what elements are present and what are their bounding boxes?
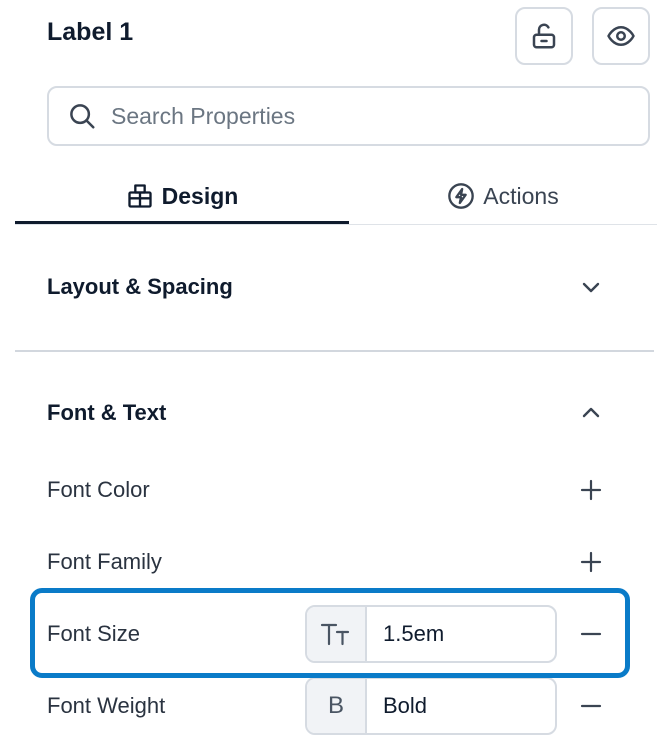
eye-icon bbox=[607, 26, 635, 46]
chevron-down-icon bbox=[582, 282, 600, 293]
font-weight-field[interactable]: B Bold bbox=[305, 677, 557, 735]
tab-design[interactable]: Design bbox=[15, 170, 349, 222]
unlock-icon bbox=[532, 23, 556, 49]
plus-icon bbox=[580, 479, 602, 501]
font-size-field[interactable]: 1.5em bbox=[305, 605, 557, 663]
remove-font-size-button[interactable] bbox=[575, 618, 607, 650]
bold-icon: B bbox=[307, 679, 367, 733]
plus-icon bbox=[580, 551, 602, 573]
minus-icon bbox=[580, 632, 602, 636]
font-weight-value[interactable]: Bold bbox=[367, 679, 555, 733]
panel-title: Label 1 bbox=[47, 18, 134, 46]
section-divider bbox=[15, 350, 654, 352]
prop-label-font-color: Font Color bbox=[47, 477, 150, 502]
add-font-color-button[interactable] bbox=[575, 474, 607, 506]
expand-layout-button[interactable] bbox=[577, 273, 605, 301]
collapse-font-button[interactable] bbox=[577, 399, 605, 427]
visibility-toggle-button[interactable] bbox=[592, 7, 650, 65]
lock-toggle-button[interactable] bbox=[515, 7, 573, 65]
prop-label-font-weight: Font Weight bbox=[47, 693, 166, 718]
search-icon bbox=[70, 104, 95, 129]
prop-label-font-size: Font Size bbox=[47, 621, 140, 646]
chevron-up-icon bbox=[582, 407, 600, 418]
remove-font-weight-button[interactable] bbox=[575, 690, 607, 722]
tab-actions-label: Actions bbox=[483, 182, 559, 209]
lightning-icon bbox=[448, 183, 475, 209]
search-box bbox=[47, 86, 650, 146]
section-title-font: Font & Text bbox=[47, 400, 167, 425]
tab-design-label: Design bbox=[161, 182, 239, 209]
prop-label-font-family: Font Family bbox=[47, 549, 162, 574]
tab-actions[interactable]: Actions bbox=[349, 170, 657, 222]
tabs-divider bbox=[15, 224, 657, 225]
minus-icon bbox=[580, 704, 602, 708]
search-input[interactable] bbox=[111, 102, 648, 130]
add-font-family-button[interactable] bbox=[575, 546, 607, 578]
text-size-icon bbox=[307, 607, 367, 661]
design-icon bbox=[127, 184, 152, 208]
font-size-value[interactable]: 1.5em bbox=[367, 607, 555, 661]
section-title-layout: Layout & Spacing bbox=[47, 274, 233, 299]
